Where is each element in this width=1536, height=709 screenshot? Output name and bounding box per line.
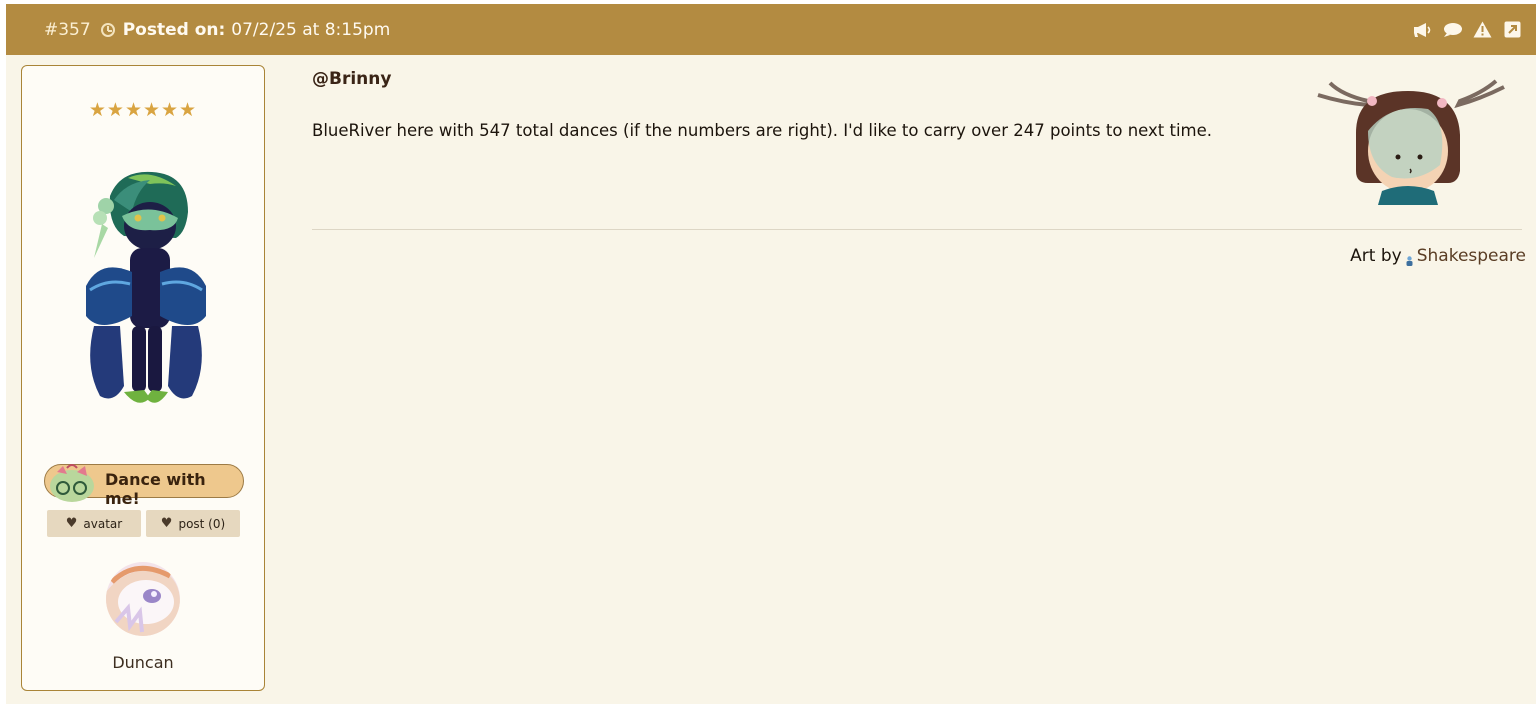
dance-button-label: Dance with me! — [105, 470, 206, 508]
rank-stars: ★★★★★★ — [88, 99, 198, 121]
author-sidebar: ★★★★★★ Dance with me! ♥ avatar ♥ post (0… — [21, 65, 265, 691]
heart-icon: ♥ — [65, 516, 78, 531]
user-icon — [1406, 251, 1413, 266]
external-link-icon[interactable] — [1502, 20, 1522, 40]
forum-post: #357 Posted on: 07/2/25 at 8:15pm ★★★★★★ — [6, 4, 1536, 704]
dance-with-me-button[interactable]: Dance with me! — [44, 464, 244, 508]
post-number[interactable]: #357 — [44, 20, 91, 40]
speech-bubble-icon[interactable] — [1442, 20, 1462, 40]
author-name[interactable]: Duncan — [22, 653, 264, 672]
signature-image — [1308, 73, 1514, 219]
clock-icon — [100, 22, 115, 37]
art-by-label: Art by — [1350, 246, 1402, 266]
like-avatar-button[interactable]: ♥ avatar — [47, 510, 141, 537]
artist-link[interactable]: Shakespeare — [1417, 246, 1526, 266]
warning-icon[interactable] — [1472, 20, 1492, 40]
signature-divider — [312, 229, 1522, 230]
megaphone-icon[interactable] — [1412, 20, 1432, 40]
post-actions — [1412, 20, 1536, 40]
user-avatar-image[interactable] — [80, 166, 212, 415]
post-header: #357 Posted on: 07/2/25 at 8:15pm — [6, 4, 1536, 55]
heart-icon: ♥ — [160, 516, 173, 531]
post-body: BlueRiver here with 547 total dances (if… — [312, 121, 1213, 140]
author-avatar[interactable] — [106, 562, 180, 636]
like-buttons: ♥ avatar ♥ post (0) — [47, 510, 240, 537]
posted-date: 07/2/25 at 8:15pm — [231, 19, 391, 40]
posted-label: Posted on: — [122, 19, 226, 40]
user-mention[interactable]: @Brinny — [312, 69, 391, 89]
like-post-label: post (0) — [178, 516, 226, 531]
dance-badge-icon — [47, 462, 97, 508]
like-post-button[interactable]: ♥ post (0) — [146, 510, 240, 537]
post-meta: #357 Posted on: 07/2/25 at 8:15pm — [6, 20, 390, 40]
like-avatar-label: avatar — [83, 516, 123, 531]
art-credit: Art by Shakespeare — [1350, 246, 1526, 266]
